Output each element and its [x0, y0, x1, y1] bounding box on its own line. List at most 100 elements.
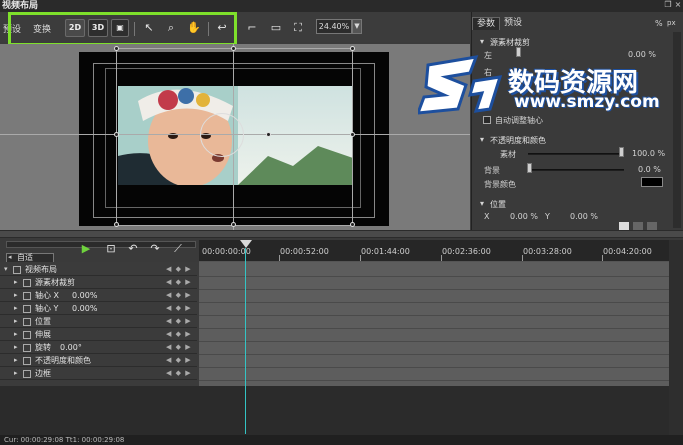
expand-icon[interactable]: ▸ [14, 369, 18, 377]
play-icon[interactable]: ▶ [78, 242, 94, 256]
crop-icon[interactable]: ⌐ [244, 19, 260, 37]
track-checkbox[interactable] [23, 370, 31, 378]
track-checkbox[interactable] [23, 318, 31, 326]
keyframe-nav[interactable]: ◀ ◆ ▶ [166, 291, 192, 299]
track-checkbox[interactable] [13, 266, 21, 274]
percent-unit-toggle[interactable]: % [655, 19, 663, 28]
track-row[interactable]: ▸ 轴心 X 0.00% ◀ ◆ ▶ [0, 290, 197, 302]
expand-icon[interactable]: ▸ [14, 330, 18, 338]
crop-left-value[interactable]: 0.00 % [628, 50, 656, 59]
tab-presets[interactable]: 预设 [500, 17, 526, 30]
keyframe-nav[interactable]: ◀ ◆ ▶ [166, 343, 192, 351]
track-checkbox[interactable] [23, 292, 31, 300]
track-checkbox[interactable] [23, 357, 31, 365]
material-opacity-value[interactable]: 100.0 % [632, 149, 665, 158]
transform-handle[interactable] [350, 132, 355, 137]
track-row[interactable]: ▾ 视频布局 ◀ ◆ ▶ [0, 264, 197, 276]
loop-icon[interactable] [647, 222, 657, 230]
fullscreen-icon[interactable]: ⛶ [290, 19, 306, 37]
expand-icon[interactable]: ▾ [480, 135, 484, 144]
keyframe-nav[interactable]: ◀ ◆ ▶ [166, 330, 192, 338]
opacity-section-title[interactable]: 不透明度和颜色 [490, 135, 546, 146]
playhead-line [245, 248, 246, 434]
timeline-scrollbar[interactable] [669, 240, 683, 435]
track-row[interactable]: ▸ 旋转 0.00° ◀ ◆ ▶ [0, 342, 197, 354]
expand-icon[interactable]: ▾ [480, 37, 484, 46]
track-divider [199, 289, 669, 290]
track-name: 源素材裁剪 [35, 278, 75, 287]
track-row[interactable]: ▸ 边框 ◀ ◆ ▶ [0, 368, 197, 380]
splitter-handle[interactable] [0, 230, 683, 238]
ruler-label: 00:00:52:00 [280, 247, 329, 256]
track-row[interactable]: ▸ 源素材裁剪 ◀ ◆ ▶ [0, 277, 197, 289]
auto-pivot-checkbox[interactable] [483, 116, 491, 124]
transform-handle[interactable] [350, 46, 355, 51]
close-icon[interactable]: × [674, 0, 682, 10]
crop-left-thumb[interactable] [516, 47, 521, 57]
track-row[interactable]: ▸ 位置 ◀ ◆ ▶ [0, 316, 197, 328]
redo-icon[interactable]: ↷ [147, 242, 163, 256]
chevron-down-icon[interactable]: ▼ [352, 19, 362, 34]
expand-icon[interactable]: ▸ [14, 317, 18, 325]
play-icon[interactable] [619, 222, 629, 230]
expand-icon[interactable]: ▸ [14, 356, 18, 364]
track-checkbox[interactable] [23, 344, 31, 352]
expand-icon[interactable]: ▸ [14, 304, 18, 312]
keyframe-nav[interactable]: ◀ ◆ ▶ [166, 369, 192, 377]
expand-icon[interactable]: ▾ [480, 199, 484, 208]
transform-handle[interactable] [114, 46, 119, 51]
panel-scrollbar[interactable] [673, 32, 681, 228]
track-divider [199, 341, 669, 342]
pixel-unit-toggle[interactable]: px [667, 19, 676, 27]
preview-icon[interactable]: ⊡ [103, 242, 119, 256]
keyframe-nav[interactable]: ◀ ◆ ▶ [166, 356, 192, 364]
timeline-ruler[interactable] [199, 240, 669, 262]
material-opacity-slider[interactable] [528, 153, 624, 155]
track-row[interactable]: ▸ 轴心 Y 0.00% ◀ ◆ ▶ [0, 303, 197, 315]
undo-icon[interactable]: ↶ [125, 242, 141, 256]
track-checkbox[interactable] [23, 279, 31, 287]
track-value[interactable]: 0.00% [72, 291, 97, 301]
tab-parameters[interactable]: 参数 [472, 17, 501, 30]
transform-handle[interactable] [231, 46, 236, 51]
background-color-swatch[interactable] [641, 177, 663, 187]
restore-icon[interactable]: ❐ [664, 0, 672, 10]
chevron-left-icon[interactable]: ◂ [8, 253, 12, 261]
keyframe-nav[interactable]: ◀ ◆ ▶ [166, 304, 192, 312]
zoom-level-field[interactable]: 24.40% [316, 19, 352, 34]
background-opacity-value[interactable]: 0.0 % [638, 165, 661, 174]
ease-curve-icon[interactable]: ⟋ [170, 242, 186, 256]
expand-icon[interactable]: ▸ [14, 343, 18, 351]
position-y-value[interactable]: 0.00 % [570, 212, 598, 221]
track-value[interactable]: 0.00° [60, 343, 82, 353]
track-name: 位置 [35, 317, 51, 326]
background-opacity-thumb[interactable] [527, 163, 532, 173]
fit-frame-icon[interactable]: ▭ [268, 19, 284, 37]
keyframe-nav[interactable]: ◀ ◆ ▶ [166, 265, 192, 273]
rotation-circle[interactable] [200, 113, 244, 157]
keyframe-nav[interactable]: ◀ ◆ ▶ [166, 278, 192, 286]
rotation-handle[interactable] [266, 132, 271, 137]
track-divider [199, 367, 669, 368]
track-checkbox[interactable] [23, 331, 31, 339]
transform-handle[interactable] [114, 222, 119, 227]
position-x-value[interactable]: 0.00 % [510, 212, 538, 221]
timeline-zoom-slider[interactable] [6, 241, 196, 248]
track-value[interactable]: 0.00% [72, 304, 97, 314]
expand-icon[interactable]: ▸ [14, 278, 18, 286]
transform-handle[interactable] [114, 132, 119, 137]
track-row[interactable]: ▸ 伸展 ◀ ◆ ▶ [0, 329, 197, 341]
background-opacity-slider[interactable] [528, 169, 624, 171]
playhead-handle[interactable] [240, 240, 252, 248]
expand-icon[interactable]: ▾ [4, 265, 8, 273]
track-checkbox[interactable] [23, 305, 31, 313]
keyframe-nav[interactable]: ◀ ◆ ▶ [166, 317, 192, 325]
annotation-highlight-box [8, 12, 237, 46]
material-opacity-thumb[interactable] [619, 147, 624, 157]
transform-handle[interactable] [231, 222, 236, 227]
expand-icon[interactable]: ▸ [14, 291, 18, 299]
position-section-title[interactable]: 位置 [490, 199, 506, 210]
transform-handle[interactable] [350, 222, 355, 227]
stop-icon[interactable] [633, 222, 643, 230]
track-row[interactable]: ▸ 不透明度和颜色 ◀ ◆ ▶ [0, 355, 197, 367]
